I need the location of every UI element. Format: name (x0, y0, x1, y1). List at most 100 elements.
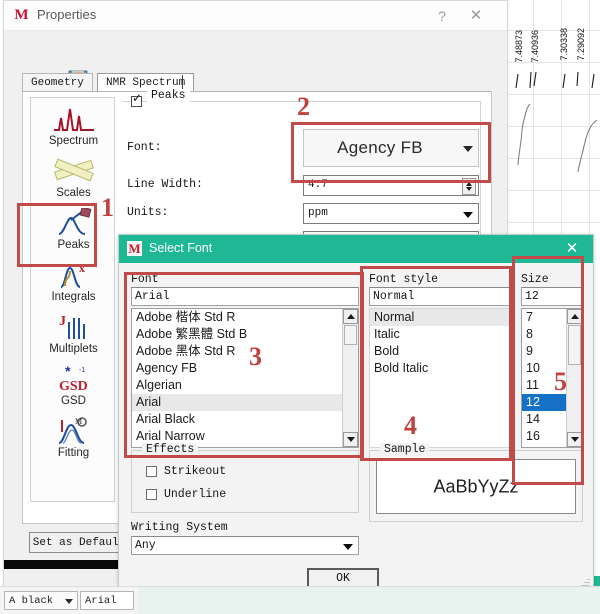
status-font-field[interactable]: Arial (80, 591, 134, 610)
sample-group: Sample AaBbYyZz (369, 450, 583, 522)
select-font-title: Select Font (149, 241, 212, 255)
list-item[interactable]: Italic (370, 326, 510, 343)
integrals-icon: x (31, 260, 116, 290)
list-item[interactable]: Algerian (132, 377, 358, 394)
scroll-up-button[interactable] (567, 309, 582, 324)
select-font-dialog: M Select Font ✕ Font Arial Adobe 楷体 Std … (118, 234, 594, 590)
chevron-down-icon[interactable] (463, 146, 473, 152)
sidebar-label: Scales (31, 187, 116, 199)
size-group-label: Size (521, 273, 549, 286)
scroll-up-button[interactable] (343, 309, 358, 324)
sidebar-item-spectrum[interactable]: Spectrum (31, 104, 116, 147)
chevron-down-icon[interactable] (463, 212, 473, 218)
scroll-down-button[interactable] (567, 432, 582, 447)
list-item[interactable]: Agency FB (132, 360, 358, 377)
sidebar-label: Spectrum (31, 135, 116, 147)
close-icon[interactable]: ✕ (561, 238, 583, 260)
properties-icon-rail: Spectrum Scales (30, 97, 115, 502)
font-preview-combobox[interactable]: Agency FB (303, 129, 479, 167)
svg-text:*: * (65, 364, 71, 379)
property-row-font: Font: Agency FB (123, 129, 481, 169)
mnova-logo-icon: M (127, 241, 142, 256)
properties-toolbar (4, 32, 507, 64)
font-preview-value: Agency FB (304, 138, 456, 158)
line-width-value: 4.7 (308, 179, 328, 191)
fitting-icon: M (31, 416, 116, 446)
chevron-down-icon[interactable] (343, 544, 353, 550)
list-item-selected[interactable]: Normal (370, 309, 510, 326)
list-item[interactable]: Arial Black (132, 411, 358, 428)
sidebar-label: Integrals (31, 291, 116, 303)
line-width-spinbox[interactable]: 4.7 (303, 175, 479, 196)
resize-grip-icon[interactable] (580, 576, 590, 586)
close-button[interactable]: ✕ (463, 5, 489, 27)
size-list-scrollbar[interactable] (566, 309, 582, 447)
font-list[interactable]: Adobe 楷体 Std R Adobe 繁黑體 Std B Adobe 黑体 … (131, 308, 359, 448)
status-bar: A black Arial (0, 586, 600, 614)
size-input[interactable]: 12 (521, 287, 583, 306)
sidebar-item-scales[interactable]: Scales (31, 156, 116, 199)
sidebar-item-multiplets[interactable]: J Multiplets (31, 312, 116, 355)
decorative-black-bar (4, 560, 121, 569)
property-row-line-width: Line Width: 4.7 (123, 175, 481, 197)
effects-legend: Effects (142, 443, 198, 456)
scrollbar-thumb[interactable] (568, 325, 581, 365)
tab-caret (182, 75, 183, 90)
font-style-input[interactable]: Normal (369, 287, 511, 306)
chevron-down-icon[interactable] (65, 599, 73, 604)
peaks-icon (31, 208, 116, 238)
select-font-title-bar: M Select Font ✕ (119, 235, 593, 263)
gsd-icon: * -1 GSD (31, 364, 116, 394)
peaks-enable-checkbox[interactable] (131, 96, 142, 107)
scroll-down-button[interactable] (343, 432, 358, 447)
list-item[interactable]: Adobe 楷体 Std R (132, 309, 358, 326)
tab-geometry[interactable]: Geometry (22, 73, 93, 92)
list-item[interactable]: Bold (370, 343, 510, 360)
set-as-default-button[interactable]: Set as Default (29, 532, 129, 553)
property-label: Font: (127, 141, 162, 154)
properties-tabstrip: Geometry NMR Spectrum (22, 73, 492, 92)
sidebar-item-peaks[interactable]: Peaks (31, 208, 116, 251)
peaks-group-legend: Peaks (147, 89, 190, 102)
spinner-arrows[interactable] (462, 178, 476, 195)
svg-text:J: J (59, 314, 66, 329)
sidebar-item-gsd[interactable]: * -1 GSD GSD (31, 364, 116, 407)
font-list-scrollbar[interactable] (342, 309, 358, 447)
font-style-input-value: Normal (373, 290, 414, 303)
sample-text: AaBbYyZz (377, 476, 575, 497)
svg-text:M: M (75, 417, 82, 426)
list-item[interactable]: Bold Italic (370, 360, 510, 377)
strikeout-checkbox[interactable] (146, 466, 157, 477)
list-item[interactable]: Adobe 繁黑體 Std B (132, 326, 358, 343)
properties-title-bar: M Properties ? ✕ (4, 1, 507, 31)
sidebar-item-integrals[interactable]: x Integrals (31, 260, 116, 303)
sidebar-label: Fitting (31, 447, 116, 459)
font-input-value: Arial (135, 290, 170, 303)
list-item-selected[interactable]: Arial (132, 394, 358, 411)
size-input-value: 12 (525, 290, 539, 303)
underline-checkbox[interactable] (146, 489, 157, 500)
underline-label: Underline (164, 488, 226, 501)
effects-group: Effects Strikeout Underline (131, 450, 359, 513)
size-list[interactable]: 7 8 9 10 11 12 14 16 (521, 308, 583, 448)
svg-text:-1: -1 (79, 367, 85, 374)
strikeout-label: Strikeout (164, 465, 226, 478)
help-button[interactable]: ? (429, 5, 455, 27)
text-color-value: A black (9, 595, 53, 607)
property-label: Line Width: (127, 178, 203, 191)
sidebar-label: Multiplets (31, 343, 116, 355)
sidebar-item-fitting[interactable]: M Fitting (31, 416, 116, 459)
list-item[interactable]: Adobe 黑体 Std R (132, 343, 358, 360)
property-row-units: Units: ppm (123, 203, 481, 225)
scrollbar-thumb[interactable] (344, 325, 357, 345)
text-color-combobox[interactable]: A black (4, 591, 78, 610)
status-right-pane (138, 587, 600, 614)
font-style-list[interactable]: Normal Italic Bold Bold Italic (369, 308, 511, 448)
writing-system-label: Writing System (131, 521, 228, 534)
font-input[interactable]: Arial (131, 287, 359, 306)
units-combobox[interactable]: ppm (303, 203, 479, 224)
svg-text:x: x (79, 261, 85, 275)
writing-system-combobox[interactable]: Any (131, 536, 359, 555)
spectrum-icon (31, 104, 116, 134)
sidebar-label: Peaks (31, 239, 116, 251)
